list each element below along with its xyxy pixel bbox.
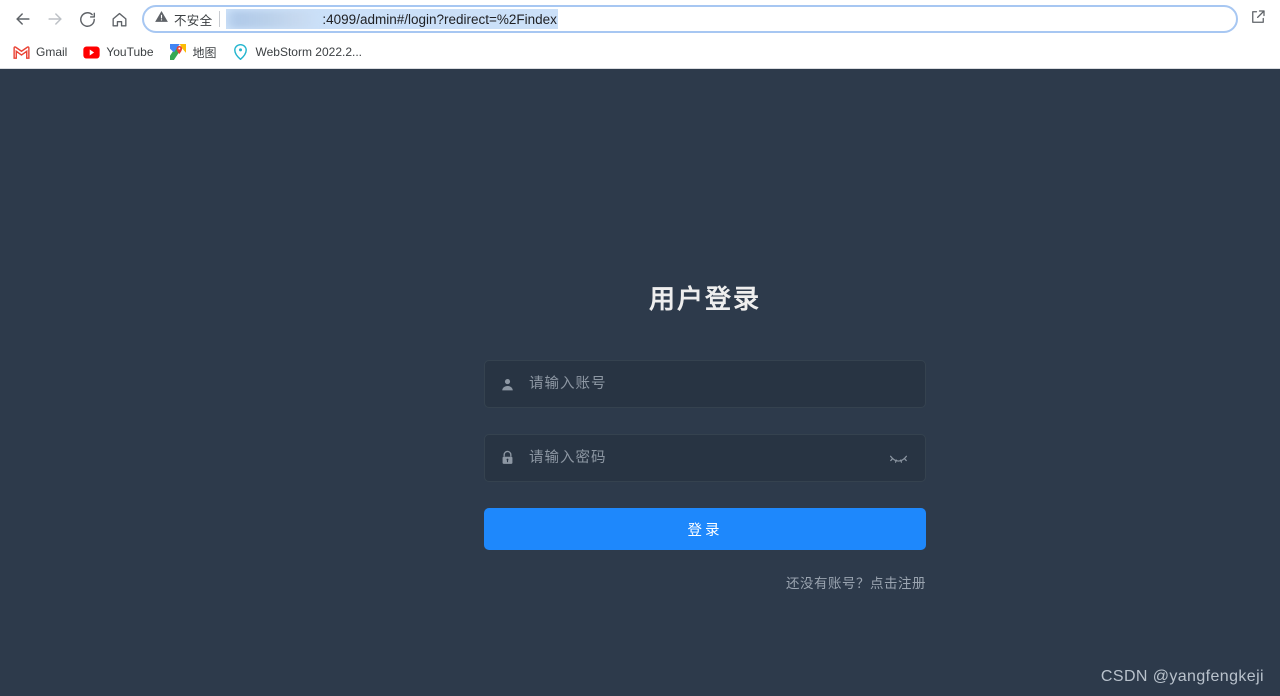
reload-button[interactable]	[72, 4, 102, 34]
arrow-right-icon	[45, 9, 65, 29]
reload-icon	[78, 10, 97, 29]
gmail-icon	[12, 44, 30, 60]
webstorm-icon	[232, 44, 250, 60]
user-icon	[485, 377, 529, 392]
page-title: 用户登录	[484, 279, 926, 316]
bookmarks-bar: Gmail YouTube 地图	[0, 38, 1280, 66]
warning-triangle-icon	[154, 9, 169, 29]
login-form: 用户登录	[484, 279, 926, 593]
password-input[interactable]	[529, 435, 879, 481]
omnibox-divider	[219, 11, 220, 27]
bookmark-webstorm[interactable]: WebStorm 2022.2...	[230, 41, 370, 63]
browser-toolbar: 不安全 :4099/admin#/login?redirect=%2Findex	[0, 0, 1280, 38]
login-button[interactable]: 登录	[484, 508, 926, 550]
youtube-icon	[82, 44, 100, 60]
share-button[interactable]	[1244, 5, 1272, 33]
eye-closed-icon[interactable]	[885, 445, 911, 471]
watermark: CSDN @yangfengkeji	[1101, 668, 1264, 686]
share-icon	[1249, 8, 1267, 31]
bookmark-label: WebStorm 2022.2...	[256, 45, 363, 59]
url-selection[interactable]: :4099/admin#/login?redirect=%2Findex	[226, 9, 558, 29]
address-bar[interactable]: 不安全 :4099/admin#/login?redirect=%2Findex	[142, 5, 1238, 33]
security-label: 不安全	[174, 10, 212, 29]
username-input[interactable]	[529, 361, 911, 407]
site-security-chip[interactable]: 不安全	[154, 9, 219, 29]
redacted-host-blur	[226, 11, 318, 28]
browser-chrome: 不安全 :4099/admin#/login?redirect=%2Findex	[0, 0, 1280, 69]
bookmark-youtube[interactable]: YouTube	[80, 41, 160, 63]
home-icon	[110, 10, 129, 29]
url-field[interactable]: :4099/admin#/login?redirect=%2Findex	[226, 9, 1234, 29]
home-button[interactable]	[104, 4, 134, 34]
login-page: 用户登录	[0, 69, 1280, 696]
bookmark-gmail[interactable]: Gmail	[10, 41, 74, 63]
bookmark-label: 地图	[193, 44, 217, 61]
register-link[interactable]: 还没有账号？点击注册	[786, 576, 926, 591]
forward-button[interactable]	[40, 4, 70, 34]
url-text: :4099/admin#/login?redirect=%2Findex	[322, 12, 557, 27]
bookmark-label: Gmail	[36, 45, 67, 59]
arrow-left-icon	[13, 9, 33, 29]
google-maps-icon	[169, 44, 187, 60]
back-button[interactable]	[8, 4, 38, 34]
bookmark-maps[interactable]: 地图	[167, 41, 224, 63]
username-field[interactable]	[484, 360, 926, 408]
lock-icon	[485, 450, 529, 466]
password-field[interactable]	[484, 434, 926, 482]
register-row: 还没有账号？点击注册	[484, 572, 926, 593]
bookmark-label: YouTube	[106, 45, 153, 59]
